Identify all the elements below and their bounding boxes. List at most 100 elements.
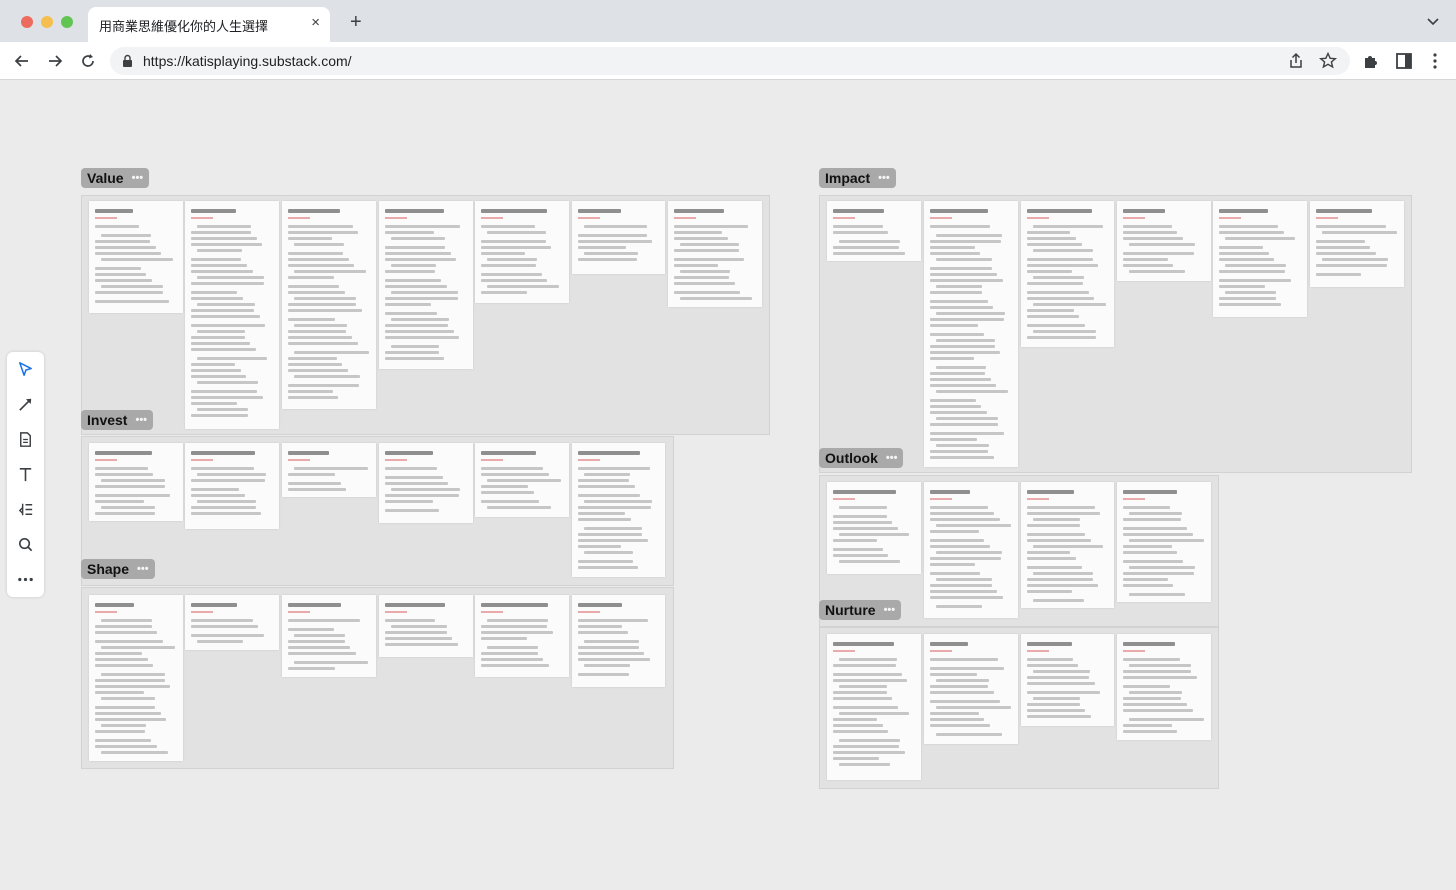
note-card[interactable] [185, 443, 279, 529]
card-text-line [1219, 231, 1284, 234]
group-label-value[interactable]: Value ••• [81, 168, 150, 188]
card-text-line [487, 619, 548, 622]
card-text-line [930, 345, 995, 348]
card-text-line [385, 324, 448, 327]
note-card[interactable] [572, 201, 665, 274]
card-text-line [481, 664, 549, 667]
note-card[interactable] [282, 443, 376, 497]
note-card[interactable] [572, 595, 665, 687]
note-card[interactable] [185, 595, 279, 650]
select-arrow-icon[interactable] [16, 360, 35, 379]
card-text-line [930, 279, 1003, 282]
card-text-line [1123, 658, 1180, 661]
note-card[interactable] [1021, 201, 1114, 347]
text-icon[interactable] [16, 465, 35, 484]
card-text-line [191, 264, 247, 267]
address-bar[interactable]: https://katisplaying.substack.com/ [110, 47, 1350, 75]
card-text-line [481, 264, 536, 267]
card-text-line [930, 563, 975, 566]
more-icon[interactable]: ••• [132, 172, 144, 184]
connector-icon[interactable] [16, 395, 35, 414]
note-card[interactable] [282, 201, 376, 409]
share-icon[interactable] [1286, 51, 1306, 71]
tab-close-button[interactable]: × [311, 14, 320, 31]
note-card[interactable] [1021, 634, 1114, 726]
more-icon[interactable]: ••• [137, 563, 149, 575]
note-card[interactable] [1117, 482, 1211, 602]
card-text-line [191, 282, 264, 285]
card-text-line [481, 631, 553, 634]
card-text-line [1123, 506, 1170, 509]
card-text-line [578, 494, 640, 497]
more-icon[interactable]: ••• [886, 452, 898, 464]
extensions-icon[interactable] [1361, 51, 1381, 71]
forward-icon[interactable] [45, 51, 65, 71]
note-card[interactable] [827, 634, 921, 780]
note-card[interactable] [827, 201, 921, 261]
more-icon[interactable]: ••• [135, 414, 147, 426]
note-card[interactable] [668, 201, 762, 307]
card-text-line [930, 225, 990, 228]
note-card[interactable] [827, 482, 921, 574]
group-label-nurture[interactable]: Nurture ••• [819, 600, 902, 620]
side-panel-icon[interactable] [1394, 51, 1414, 71]
outline-icon[interactable] [16, 500, 35, 519]
card-text-line [930, 712, 979, 715]
card-text-line [930, 572, 980, 575]
note-card[interactable] [89, 595, 183, 761]
card-text-line [1123, 572, 1194, 575]
group-label-invest[interactable]: Invest ••• [81, 410, 154, 430]
reload-icon[interactable] [78, 51, 98, 71]
note-card[interactable] [89, 443, 183, 521]
note-card[interactable] [379, 595, 473, 657]
note-card[interactable] [282, 595, 376, 677]
browser-tab[interactable]: 用商業思維優化你的人生選擇 × [88, 7, 330, 42]
card-title-line [1027, 490, 1074, 494]
bookmark-star-icon[interactable] [1318, 51, 1338, 71]
note-card[interactable] [1213, 201, 1307, 317]
note-card[interactable] [572, 443, 665, 577]
note-card[interactable] [1117, 201, 1211, 281]
card-text-line [294, 351, 369, 354]
new-tab-button[interactable]: + [350, 12, 362, 32]
note-card[interactable] [379, 443, 473, 523]
note-card[interactable] [475, 443, 569, 517]
back-icon[interactable] [12, 51, 32, 71]
note-card[interactable] [1021, 482, 1114, 608]
more-icon[interactable] [16, 570, 35, 589]
group-label-outlook[interactable]: Outlook ••• [819, 448, 904, 468]
card-text-line [1316, 264, 1387, 267]
note-card[interactable] [1310, 201, 1404, 287]
card-text-line [839, 533, 909, 536]
zoom-window-button[interactable] [61, 16, 73, 28]
card-text-line [1219, 258, 1274, 261]
search-icon[interactable] [16, 535, 35, 554]
note-card[interactable] [475, 595, 569, 677]
whiteboard-canvas[interactable]: Value ••• Invest ••• Shape ••• Impact ••… [0, 80, 1456, 890]
browser-menu-icon[interactable] [1425, 51, 1445, 71]
group-label-shape[interactable]: Shape ••• [81, 559, 155, 579]
note-card[interactable] [89, 201, 183, 313]
note-card[interactable] [379, 201, 473, 369]
note-card[interactable] [924, 482, 1018, 618]
chevron-down-icon[interactable] [1426, 14, 1440, 28]
minimize-window-button[interactable] [41, 16, 53, 28]
more-icon[interactable]: ••• [884, 604, 896, 616]
note-card[interactable] [185, 201, 279, 429]
group-label-text: Nurture [825, 602, 876, 618]
card-title-line [833, 209, 884, 213]
note-card[interactable] [475, 201, 569, 303]
more-icon[interactable]: ••• [878, 172, 890, 184]
group-label-impact[interactable]: Impact ••• [819, 168, 896, 188]
card-text-line [674, 291, 740, 294]
card-tag-line [674, 217, 696, 219]
card-text-line [101, 673, 165, 676]
browser-toolbar: https://katisplaying.substack.com/ [0, 42, 1456, 80]
card-text-line [95, 225, 139, 228]
note-card[interactable] [924, 634, 1018, 744]
note-card[interactable] [1117, 634, 1211, 740]
note-icon[interactable] [16, 430, 35, 449]
card-text-line [930, 411, 987, 414]
close-window-button[interactable] [21, 16, 33, 28]
note-card[interactable] [924, 201, 1018, 467]
